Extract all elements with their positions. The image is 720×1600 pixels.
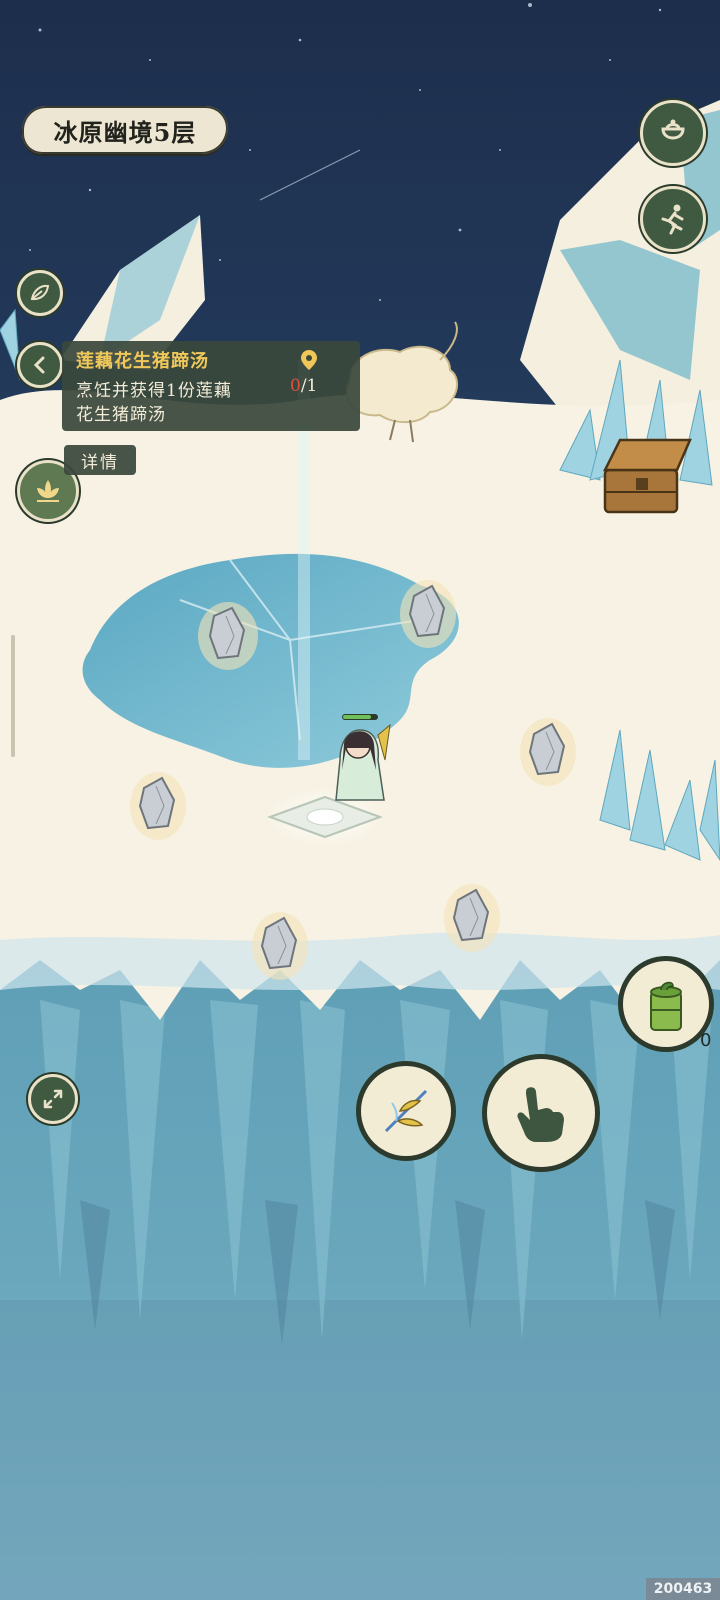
bamboo-item-slot[interactable]: [620, 958, 712, 1050]
chevron-left-icon: [33, 356, 45, 374]
leaf-button[interactable]: [17, 270, 63, 316]
collapse-quest-button[interactable]: [17, 342, 63, 388]
quest-detail-button[interactable]: 详情: [64, 445, 136, 475]
expand-arrows-icon: [43, 1089, 63, 1109]
location-title: 冰原幽境5层: [53, 117, 197, 147]
game-scene: [0, 0, 720, 1600]
map-pin-icon[interactable]: [300, 349, 318, 371]
quest-progress-total: /1: [300, 376, 318, 396]
attack-skill-button[interactable]: [358, 1063, 454, 1159]
quest-title: 莲藕花生猪蹄汤: [76, 351, 209, 372]
quest-detail-label: 详情: [81, 452, 119, 473]
expand-view-button[interactable]: [28, 1074, 78, 1124]
quest-tracker-panel[interactable]: 莲藕花生猪蹄汤 烹饪并获得1份莲藕 花生猪蹄汤 0/1: [62, 341, 360, 431]
running-figure-icon: [661, 204, 684, 235]
bag-button[interactable]: [640, 100, 706, 166]
bamboo-item-count: 0: [700, 1030, 712, 1051]
pot-icon: [661, 119, 685, 140]
location-title-banner: 冰原幽境5层: [22, 106, 228, 154]
auto-run-button[interactable]: [640, 186, 706, 252]
lotus-icon: [37, 480, 59, 502]
bamboo-tube-icon: [650, 981, 682, 1031]
quest-description-line1: 烹饪并获得1份莲藕: [76, 381, 232, 401]
watermark-id: 200463: [646, 1578, 720, 1600]
quest-description-line2: 花生猪蹄汤: [76, 405, 166, 425]
quest-progress: 0/1: [290, 376, 317, 396]
quest-progress-current: 0: [290, 376, 301, 396]
pointing-hand-icon: [517, 1087, 564, 1142]
leaf-icon: [30, 284, 50, 301]
interact-button[interactable]: [484, 1056, 598, 1170]
side-scroll-indicator[interactable]: [11, 635, 15, 757]
bamboo-spear-icon: [384, 1089, 428, 1133]
